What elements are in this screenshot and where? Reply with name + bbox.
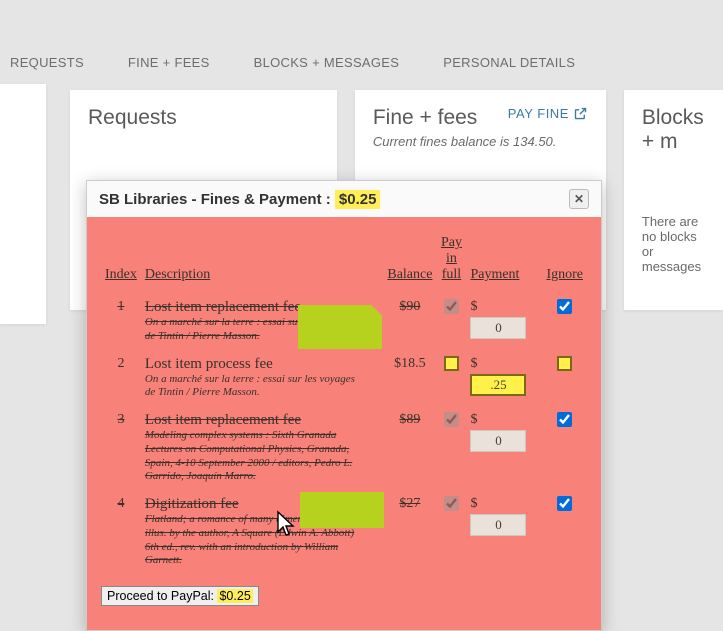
row-subtitle: On a marché sur la terre : essai sur les… — [145, 316, 355, 344]
dollar-sign: $ — [470, 299, 477, 315]
row-ignore — [542, 490, 587, 574]
card-blocks: Blocks + m There are no blocks or messag… — [624, 90, 723, 310]
pay-in-full-checkbox[interactable] — [444, 412, 459, 427]
tab-blocks[interactable]: BLOCKS + MESSAGES — [254, 55, 400, 70]
th-description: Description — [141, 235, 383, 293]
th-pay-in-full: Pay in full — [436, 235, 466, 293]
row-balance: $90 — [383, 293, 436, 350]
close-icon: ✕ — [574, 192, 584, 206]
pay-in-full-checkbox[interactable] — [444, 299, 459, 314]
fines-sub-pre: Current fines balance is — [373, 134, 513, 149]
external-link-icon — [573, 106, 588, 121]
topbar-spacer — [0, 0, 723, 40]
card-blocks-msg: There are no blocks or messages — [642, 214, 705, 274]
row-description: Lost item replacement feeOn a marché sur… — [141, 293, 383, 350]
row-payment: $ — [466, 406, 542, 490]
dollar-sign: $ — [470, 496, 477, 512]
dollar-sign: $ — [470, 356, 477, 372]
fines-table: Index Description Balance Pay in full Pa… — [101, 235, 587, 574]
payment-input[interactable] — [470, 374, 526, 396]
tab-fines[interactable]: FINE + FEES — [128, 55, 210, 70]
row-index: 2 — [101, 350, 141, 407]
table-row: 2Lost item process feeOn a marché sur la… — [101, 350, 587, 407]
pay-in-full-checkbox[interactable] — [444, 496, 459, 511]
row-description: Digitization feeFlatland; a romance of m… — [141, 490, 383, 574]
pay-fine-label: PAY FINE — [508, 106, 569, 121]
row-pay-in-full — [436, 293, 466, 350]
row-balance: $18.5 — [383, 350, 436, 407]
row-subtitle: On a marché sur la terre : essai sur les… — [145, 373, 355, 401]
proceed-label: Proceed to PayPal: — [107, 589, 217, 603]
row-pay-in-full — [436, 490, 466, 574]
row-description: Lost item process feeOn a marché sur la … — [141, 350, 383, 407]
row-payment: $ — [466, 293, 542, 350]
payment-input[interactable] — [470, 514, 526, 536]
card-fines-subtitle: Current fines balance is 134.50. — [373, 134, 588, 149]
main-tabs: REQUESTS FINE + FEES BLOCKS + MESSAGES P… — [0, 40, 723, 84]
modal-close-button[interactable]: ✕ — [569, 189, 589, 209]
row-index: 1 — [101, 293, 141, 350]
modal-title-amount: $0.25 — [335, 190, 381, 209]
ignore-checkbox[interactable] — [557, 356, 572, 371]
ignore-checkbox[interactable] — [557, 412, 572, 427]
table-row: 3Lost item replacement feeModeling compl… — [101, 406, 587, 490]
th-pf-l3: full — [442, 267, 461, 282]
table-row: 1Lost item replacement feeOn a marché su… — [101, 293, 587, 350]
row-ignore — [542, 350, 587, 407]
tab-requests[interactable]: REQUESTS — [10, 55, 84, 70]
proceed-paypal-button[interactable]: Proceed to PayPal: $0.25 — [101, 586, 259, 606]
row-description: Lost item replacement feeModeling comple… — [141, 406, 383, 490]
modal-body: Index Description Balance Pay in full Pa… — [87, 217, 601, 630]
tab-personal[interactable]: PERSONAL DETAILS — [443, 55, 575, 70]
row-subtitle: Flatland; a romance of many dimensions. … — [145, 513, 355, 568]
th-pf-l1: Pay — [441, 235, 462, 250]
th-payment: Payment — [466, 235, 542, 293]
th-index: Index — [101, 235, 141, 293]
row-balance: $27 — [383, 490, 436, 574]
fines-modal: SB Libraries - Fines & Payment : $0.25 ✕… — [86, 180, 602, 631]
table-row: 4Digitization feeFlatland; a romance of … — [101, 490, 587, 574]
ignore-checkbox[interactable] — [557, 299, 572, 314]
row-pay-in-full — [436, 406, 466, 490]
th-pf-l2: in — [446, 251, 457, 266]
ignore-checkbox[interactable] — [557, 496, 572, 511]
row-title: Lost item replacement fee — [145, 412, 379, 429]
row-index: 4 — [101, 490, 141, 574]
row-index: 3 — [101, 406, 141, 490]
card-requests-title: Requests — [88, 106, 319, 130]
dollar-sign: $ — [470, 412, 477, 428]
row-payment: $ — [466, 490, 542, 574]
proceed-amount: $0.25 — [217, 589, 252, 603]
pay-in-full-checkbox[interactable] — [444, 356, 459, 371]
card-blocks-title: Blocks + m — [642, 106, 705, 154]
row-title: Lost item process fee — [145, 356, 379, 373]
row-ignore — [542, 293, 587, 350]
row-title: Digitization fee — [145, 496, 379, 513]
payment-input[interactable] — [470, 317, 526, 339]
row-subtitle: Modeling complex systems : Sixth Granada… — [145, 429, 355, 484]
row-title: Lost item replacement fee — [145, 299, 379, 316]
pay-fine-link[interactable]: PAY FINE — [508, 106, 588, 121]
fines-sub-post: . — [553, 134, 557, 149]
row-payment: $ — [466, 350, 542, 407]
row-pay-in-full — [436, 350, 466, 407]
fines-sub-amt: 134.50 — [513, 134, 553, 149]
th-ignore: Ignore — [542, 235, 587, 293]
row-ignore — [542, 406, 587, 490]
row-balance: $89 — [383, 406, 436, 490]
th-balance: Balance — [383, 235, 436, 293]
modal-title-text: SB Libraries - Fines & Payment : — [99, 191, 335, 208]
modal-titlebar: SB Libraries - Fines & Payment : $0.25 ✕ — [87, 181, 601, 217]
payment-input[interactable] — [470, 430, 526, 452]
